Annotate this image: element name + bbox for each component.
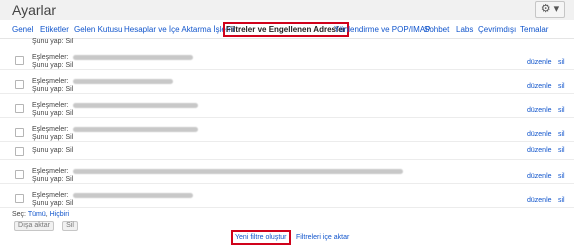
filter-criteria: Eşleşmeler: [32,78,173,85]
redacted-address [72,126,198,132]
edit-filter-link[interactable]: düzenle [527,147,552,154]
edit-filter-link[interactable]: düzenle [527,83,552,90]
delete-selected-button[interactable]: Sil [62,221,78,231]
row-checkbox[interactable] [15,104,24,113]
filter-action: Şunu yap: Sil [32,134,74,141]
select-label: Seç: [12,211,27,218]
edit-filter-link[interactable]: düzenle [527,59,552,66]
filter-action: Şunu yap: Sil [32,86,74,93]
tab-chat[interactable]: Sohbet [424,25,449,34]
filter-action: Şunu yap: Sil [32,200,74,207]
delete-filter-link[interactable]: sil [558,83,565,90]
tab-offline[interactable]: Çevrimdışı [478,25,516,34]
tab-labels[interactable]: Etiketler [40,25,69,34]
tab-inbox[interactable]: Gelen Kutusu [74,25,122,34]
settings-header: Ayarlar ⚙ ▾ [0,0,574,20]
row-checkbox[interactable] [15,80,24,89]
redacted-address [72,192,193,198]
row-0-action: Şunu yap: Sil [32,38,452,45]
tab-filters-blocked[interactable]: Filtreler ve Engellenen Adresler [223,22,349,37]
delete-filter-link[interactable]: sil [558,107,565,114]
redacted-address [72,168,403,174]
delete-filter-link[interactable]: sil [558,59,565,66]
redacted-address [72,54,193,60]
select-all-link[interactable]: Tümü [28,211,46,218]
filter-action: Şunu yap: Sil [32,62,74,69]
filter-criteria: Eşleşmeler: [32,126,198,133]
row-checkbox[interactable] [15,56,24,65]
edit-filter-link[interactable]: düzenle [527,131,552,138]
row-0-action-text: Şunu yap: Sil [32,38,74,45]
settings-gear-button[interactable]: ⚙ ▾ [535,1,565,18]
filter-row: Şunu yap: Sil düzenle sil [0,141,574,160]
select-controls: Seç: Tümü, Hiçbiri [12,211,69,218]
redacted-address [72,102,198,108]
select-none-link[interactable]: Hiçbiri [50,211,69,218]
filter-row: Eşleşmeler: Şunu yap: Sil düzenle sil [0,45,574,70]
redacted-address [72,78,173,84]
row-checkbox[interactable] [15,194,24,203]
edit-filter-link[interactable]: düzenle [527,107,552,114]
filter-criteria: Eşleşmeler: [32,102,198,109]
row-checkbox[interactable] [15,128,24,137]
filter-row: Eşleşmeler: Şunu yap: Sil düzenle sil [0,93,574,118]
filter-criteria: Eşleşmeler: [32,168,403,175]
tab-labs[interactable]: Labs [456,25,473,34]
import-filters-link[interactable]: Filtreleri içe aktar [296,234,349,241]
export-button[interactable]: Dışa aktar [14,221,54,231]
create-filter-link[interactable]: Yeni filtre oluştur [231,230,291,245]
row-checkbox[interactable] [15,147,24,156]
filter-action: Şunu yap: Sil [32,110,74,117]
delete-filter-link[interactable]: sil [558,197,565,204]
filter-action: Şunu yap: Sil [32,147,74,154]
filter-criteria: Eşleşmeler: [32,192,193,199]
tab-themes[interactable]: Temalar [520,25,548,34]
tab-accounts-import[interactable]: Hesaplar ve İçe Aktarma İşlemi [124,25,234,34]
filter-criteria: Eşleşmeler: [32,54,193,61]
tab-forwarding-pop-imap[interactable]: Yönlendirme ve POP/IMAP [334,25,430,34]
edit-filter-link[interactable]: düzenle [527,197,552,204]
filter-action: Şunu yap: Sil [32,176,74,183]
filter-row: Eşleşmeler: Şunu yap: Sil düzenle sil [0,69,574,94]
delete-filter-link[interactable]: sil [558,147,565,154]
settings-tabs: Genel Etiketler Gelen Kutusu Hesaplar ve… [0,20,574,39]
filter-row: Eşleşmeler: Şunu yap: Sil düzenle sil [0,117,574,142]
delete-filter-link[interactable]: sil [558,173,565,180]
filter-row: Eşleşmeler: Şunu yap: Sil düzenle sil [0,183,574,208]
row-checkbox[interactable] [15,170,24,179]
filter-row: Eşleşmeler: Şunu yap: Sil düzenle sil [0,159,574,184]
delete-filter-link[interactable]: sil [558,131,565,138]
tab-general[interactable]: Genel [12,25,33,34]
edit-filter-link[interactable]: düzenle [527,173,552,180]
select-separator: , [45,211,48,218]
page-title: Ayarlar [12,2,57,18]
